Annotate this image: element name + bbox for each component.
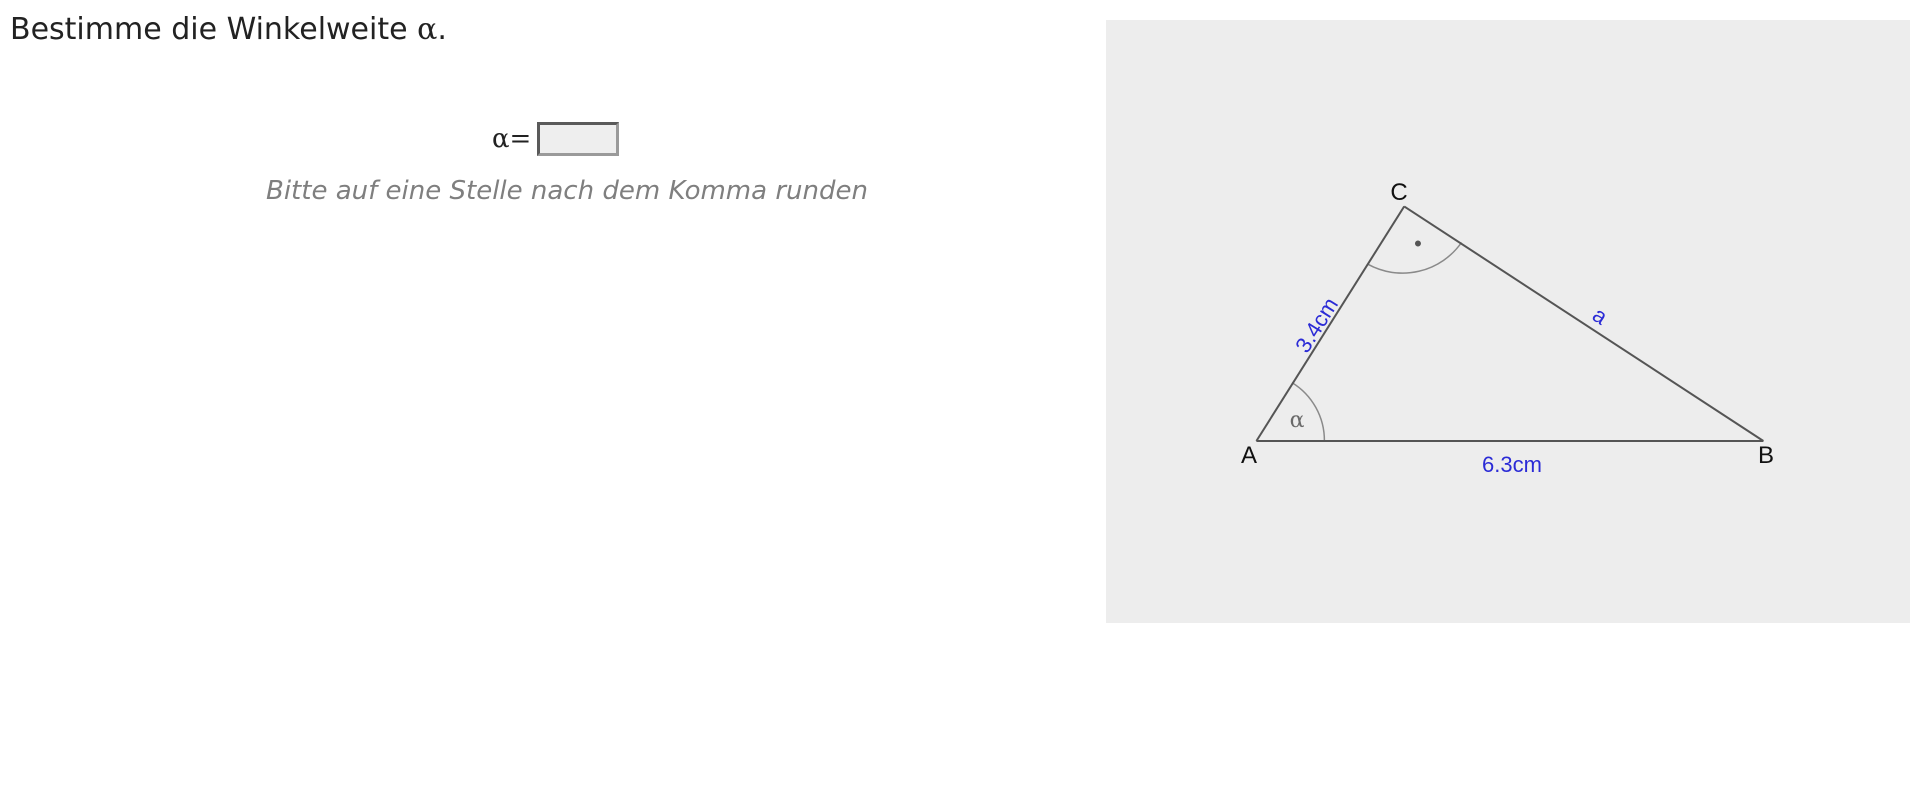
alpha-angle-label: α [1290, 408, 1305, 433]
task-instruction-period: . [437, 12, 447, 47]
side-ab-length-label: 6.3cm [1482, 452, 1542, 477]
vertex-a-label: A [1241, 442, 1257, 469]
task-instruction: Bestimme die Winkelweite α. [10, 11, 447, 49]
triangle-figure-panel: • α A B C 6.3cm 3.4cm a [1106, 20, 1910, 623]
side-bc [1403, 205, 1764, 442]
task-instruction-text: Bestimme die Winkelweite [10, 12, 418, 47]
rounding-hint: Bitte auf eine Stelle nach dem Komma run… [266, 176, 868, 206]
right-angle-mark: • [1414, 231, 1422, 256]
vertex-b-label: B [1758, 442, 1774, 469]
alpha-symbol: α [417, 12, 438, 47]
vertex-c-label: C [1390, 179, 1407, 206]
triangle-figure: • α A B C 6.3cm 3.4cm a [1241, 179, 1774, 477]
side-ac-length-label: 3.4cm [1290, 293, 1343, 357]
alpha-answer-input[interactable] [537, 122, 620, 156]
side-bc-label: a [1588, 302, 1613, 330]
answer-row: α= [492, 118, 620, 160]
answer-label: α= [492, 124, 532, 154]
